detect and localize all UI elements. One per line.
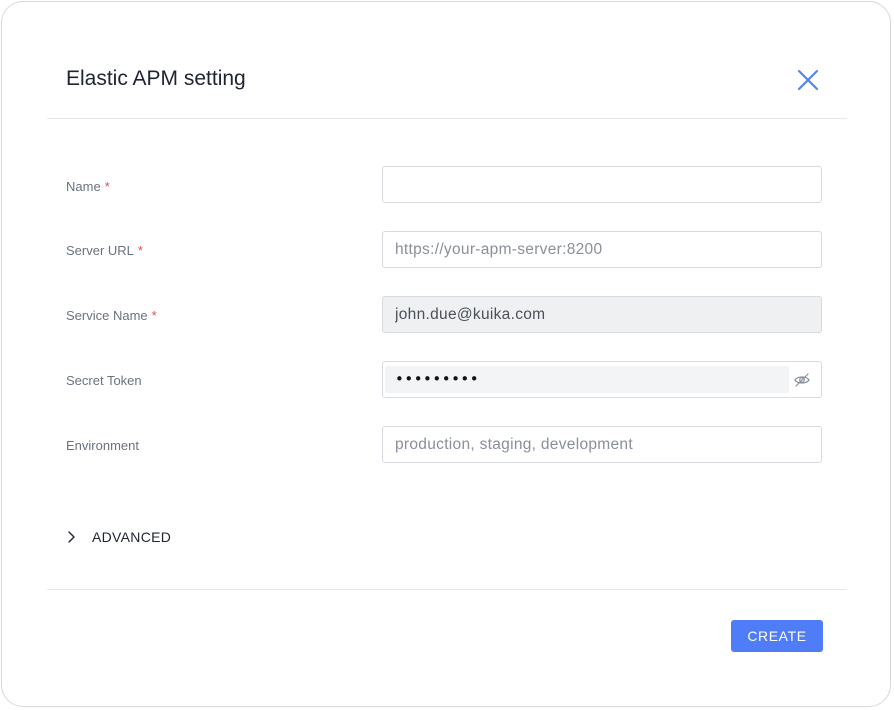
secret-token-value: ••••••••• xyxy=(395,370,480,388)
server-url-field[interactable] xyxy=(382,231,822,268)
chevron-right-icon xyxy=(68,531,75,543)
service-name-field xyxy=(382,296,822,333)
name-label: Name * xyxy=(66,179,110,194)
elastic-apm-setting-dialog: Elastic APM setting Name* Server URL* Se… xyxy=(1,1,891,707)
environment-field[interactable] xyxy=(382,426,822,463)
server-url-label: Server URL * xyxy=(66,243,143,258)
footer-divider xyxy=(47,589,847,590)
environment-input[interactable] xyxy=(383,427,821,462)
required-mark: * xyxy=(151,308,157,323)
required-mark: * xyxy=(137,243,143,258)
service-name-input xyxy=(383,297,821,332)
create-button[interactable]: CREATE xyxy=(731,620,823,652)
close-button[interactable] xyxy=(794,66,822,94)
service-name-label: Service Name * xyxy=(66,308,157,323)
server-url-input[interactable] xyxy=(383,232,821,267)
secret-token-label: Secret Token xyxy=(66,373,142,388)
advanced-label: ADVANCED xyxy=(92,529,172,545)
name-input[interactable] xyxy=(383,167,821,202)
dialog-title: Elastic APM setting xyxy=(66,67,246,90)
toggle-visibility-button[interactable] xyxy=(793,371,811,389)
required-mark: * xyxy=(104,179,110,194)
environment-label: Environment xyxy=(66,438,139,453)
secret-token-field[interactable]: ••••••••• xyxy=(382,361,822,398)
advanced-toggle[interactable]: ADVANCED xyxy=(66,526,171,548)
header-divider xyxy=(47,118,847,119)
name-field[interactable] xyxy=(382,166,822,203)
eye-off-icon xyxy=(794,373,810,387)
close-icon xyxy=(798,70,818,90)
